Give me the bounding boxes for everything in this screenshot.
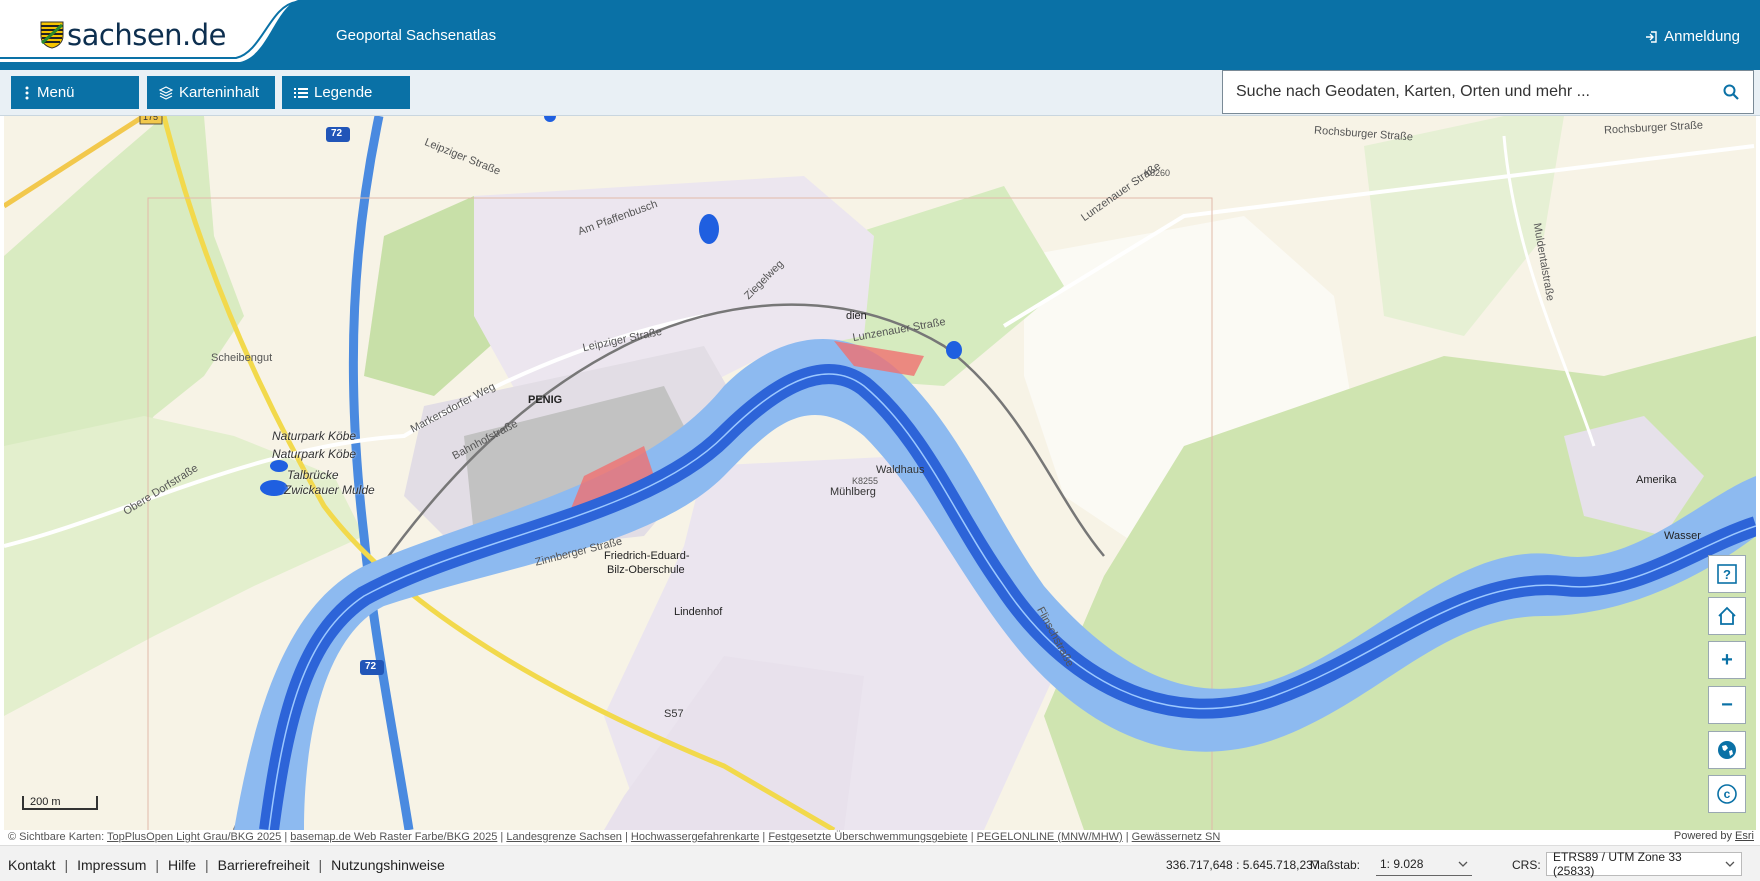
kebab-menu-icon xyxy=(25,86,29,99)
map-label-waldhaus: Waldhaus xyxy=(876,464,925,476)
help-icon: ? xyxy=(1717,564,1737,584)
footer-link-nutzungshinweise[interactable]: Nutzungshinweise xyxy=(331,857,445,873)
zoom-in-button[interactable]: + xyxy=(1708,641,1746,679)
map-content-label: Karteninhalt xyxy=(179,84,260,101)
zoom-out-icon: − xyxy=(1721,693,1733,716)
portal-title: Geoportal Sachsenatlas xyxy=(336,27,497,44)
footer: Kontakt | Impressum | Hilfe | Barrierefr… xyxy=(0,845,1760,881)
map-label-muehlberg: Mühlberg xyxy=(830,486,876,498)
help-button[interactable]: ? xyxy=(1708,555,1746,593)
autobahn-a72 xyxy=(348,116,414,830)
map-label-naturpark-2: Naturpark Köbe xyxy=(272,447,357,461)
menu-button[interactable]: Menü xyxy=(11,76,139,109)
pond xyxy=(270,460,288,472)
chevron-down-icon xyxy=(1725,861,1735,867)
pond xyxy=(699,214,719,244)
map-content-button[interactable]: Karteninhalt xyxy=(147,76,275,109)
map-label-penig: PENIG xyxy=(528,394,563,406)
pond xyxy=(544,116,556,122)
login-icon xyxy=(1646,30,1657,43)
scale-bar: 200 m xyxy=(22,796,98,810)
map-label-dien: dien xyxy=(846,310,867,322)
map-label-amerika: Amerika xyxy=(1636,474,1677,486)
globe-icon xyxy=(1718,741,1736,759)
a72-shield-label-top: 72 xyxy=(331,128,343,139)
scale-value: 1: 9.028 xyxy=(1380,856,1424,871)
footer-links: Kontakt | Impressum | Hilfe | Barrierefr… xyxy=(8,857,445,873)
svg-text:?: ? xyxy=(1723,567,1731,582)
copyright-button[interactable]: c xyxy=(1708,775,1746,813)
crs-value: ETRS89 / UTM Zone 33 (25833) xyxy=(1553,850,1682,878)
saxony-crest-icon xyxy=(40,21,64,49)
map-view[interactable]: PENIG Scheibengut Naturpark Köbe Naturpa… xyxy=(4,116,1756,830)
attribution-link[interactable]: Landesgrenze Sachsen xyxy=(506,831,622,843)
attribution-prefix: © Sichtbare Karten: xyxy=(8,831,105,843)
map-label-school-2: Bilz-Oberschule xyxy=(607,564,685,576)
chevron-down-icon xyxy=(1458,861,1468,867)
footer-separator: | xyxy=(318,857,323,873)
pond xyxy=(946,341,962,359)
footer-link-barrierefreiheit[interactable]: Barrierefreiheit xyxy=(218,857,310,873)
footer-separator: | xyxy=(155,857,159,873)
map-label-wasser: Wasser xyxy=(1664,530,1701,542)
attribution-link[interactable]: TopPlusOpen Light Grau/BKG 2025 xyxy=(107,831,281,843)
crs-label: CRS: xyxy=(1512,858,1541,872)
layers-icon xyxy=(159,85,173,100)
search-icon xyxy=(1723,84,1739,100)
login-button[interactable]: Anmeldung xyxy=(1644,28,1740,45)
scale-label: Maßstab: xyxy=(1310,858,1361,872)
home-extent-button[interactable] xyxy=(1708,597,1746,635)
map-label-talbruecke-2: Zwickauer Mulde xyxy=(284,483,375,497)
basemap-globe-button[interactable] xyxy=(1708,731,1746,769)
list-icon xyxy=(294,87,308,98)
search-input[interactable] xyxy=(1223,71,1709,113)
map-label-school-1: Friedrich-Eduard- xyxy=(604,550,690,562)
map-label-s57: S57 xyxy=(664,708,684,720)
powered-by: Powered by Esri xyxy=(1674,830,1754,842)
zoom-out-button[interactable]: − xyxy=(1708,686,1746,724)
scale-select[interactable]: 1: 9.028 xyxy=(1376,852,1472,876)
map-label-k8260: K8260 xyxy=(1144,168,1171,178)
footer-link-impressum[interactable]: Impressum xyxy=(77,857,146,873)
powered-by-prefix: Powered by xyxy=(1673,830,1732,842)
attribution-link[interactable]: basemap.de Web Raster Farbe/BKG 2025 xyxy=(290,831,497,843)
map-attribution: © Sichtbare Karten: TopPlusOpen Light Gr… xyxy=(0,830,1760,844)
search-box xyxy=(1222,70,1754,114)
footer-link-hilfe[interactable]: Hilfe xyxy=(168,857,196,873)
geoportal-app: sachsen.de Geoportal Sachsenatlas Anmeld… xyxy=(0,0,1760,881)
b175-shield-label: 175 xyxy=(143,116,159,122)
attribution-link[interactable]: Hochwassergefahrenkarte xyxy=(631,831,759,843)
zoom-in-icon: + xyxy=(1721,648,1733,671)
map-label-lindenhof: Lindenhof xyxy=(674,606,723,618)
legend-button[interactable]: Legende xyxy=(282,76,410,109)
coordinates-readout: 336.717,648 : 5.645.718,237 xyxy=(1166,858,1320,872)
menu-label: Menü xyxy=(37,84,75,101)
crs-select[interactable]: ETRS89 / UTM Zone 33 (25833) xyxy=(1546,850,1742,878)
attribution-link[interactable]: Festgesetzte Überschwemmungsgebiete xyxy=(768,831,967,843)
map-label-scheibengut: Scheibengut xyxy=(211,352,273,364)
search-button[interactable] xyxy=(1709,71,1753,113)
map-label-talbruecke-1: Talbrücke xyxy=(287,468,339,482)
svg-text:c: c xyxy=(1724,787,1731,801)
legend-label: Legende xyxy=(314,84,373,101)
footer-separator: | xyxy=(64,857,69,873)
copyright-icon: c xyxy=(1717,784,1737,804)
attribution-link[interactable]: Gewässernetz SN xyxy=(1132,831,1221,843)
login-label: Anmeldung xyxy=(1664,28,1740,45)
logo-text: sachsen.de xyxy=(67,18,227,52)
footer-link-kontakt[interactable]: Kontakt xyxy=(8,857,55,873)
a72-shield-label-bottom: 72 xyxy=(365,661,377,672)
sachsen-logo[interactable]: sachsen.de xyxy=(40,18,227,52)
map-label-k8255: K8255 xyxy=(852,476,879,486)
header: sachsen.de Geoportal Sachsenatlas Anmeld… xyxy=(0,0,1760,70)
footer-separator: | xyxy=(205,857,209,873)
attribution-link[interactable]: PEGELONLINE (MNW/MHW) xyxy=(977,831,1123,843)
esri-link[interactable]: Esri xyxy=(1735,830,1754,842)
map-label-naturpark-1: Naturpark Köbe xyxy=(272,429,357,443)
home-icon xyxy=(1718,606,1736,625)
